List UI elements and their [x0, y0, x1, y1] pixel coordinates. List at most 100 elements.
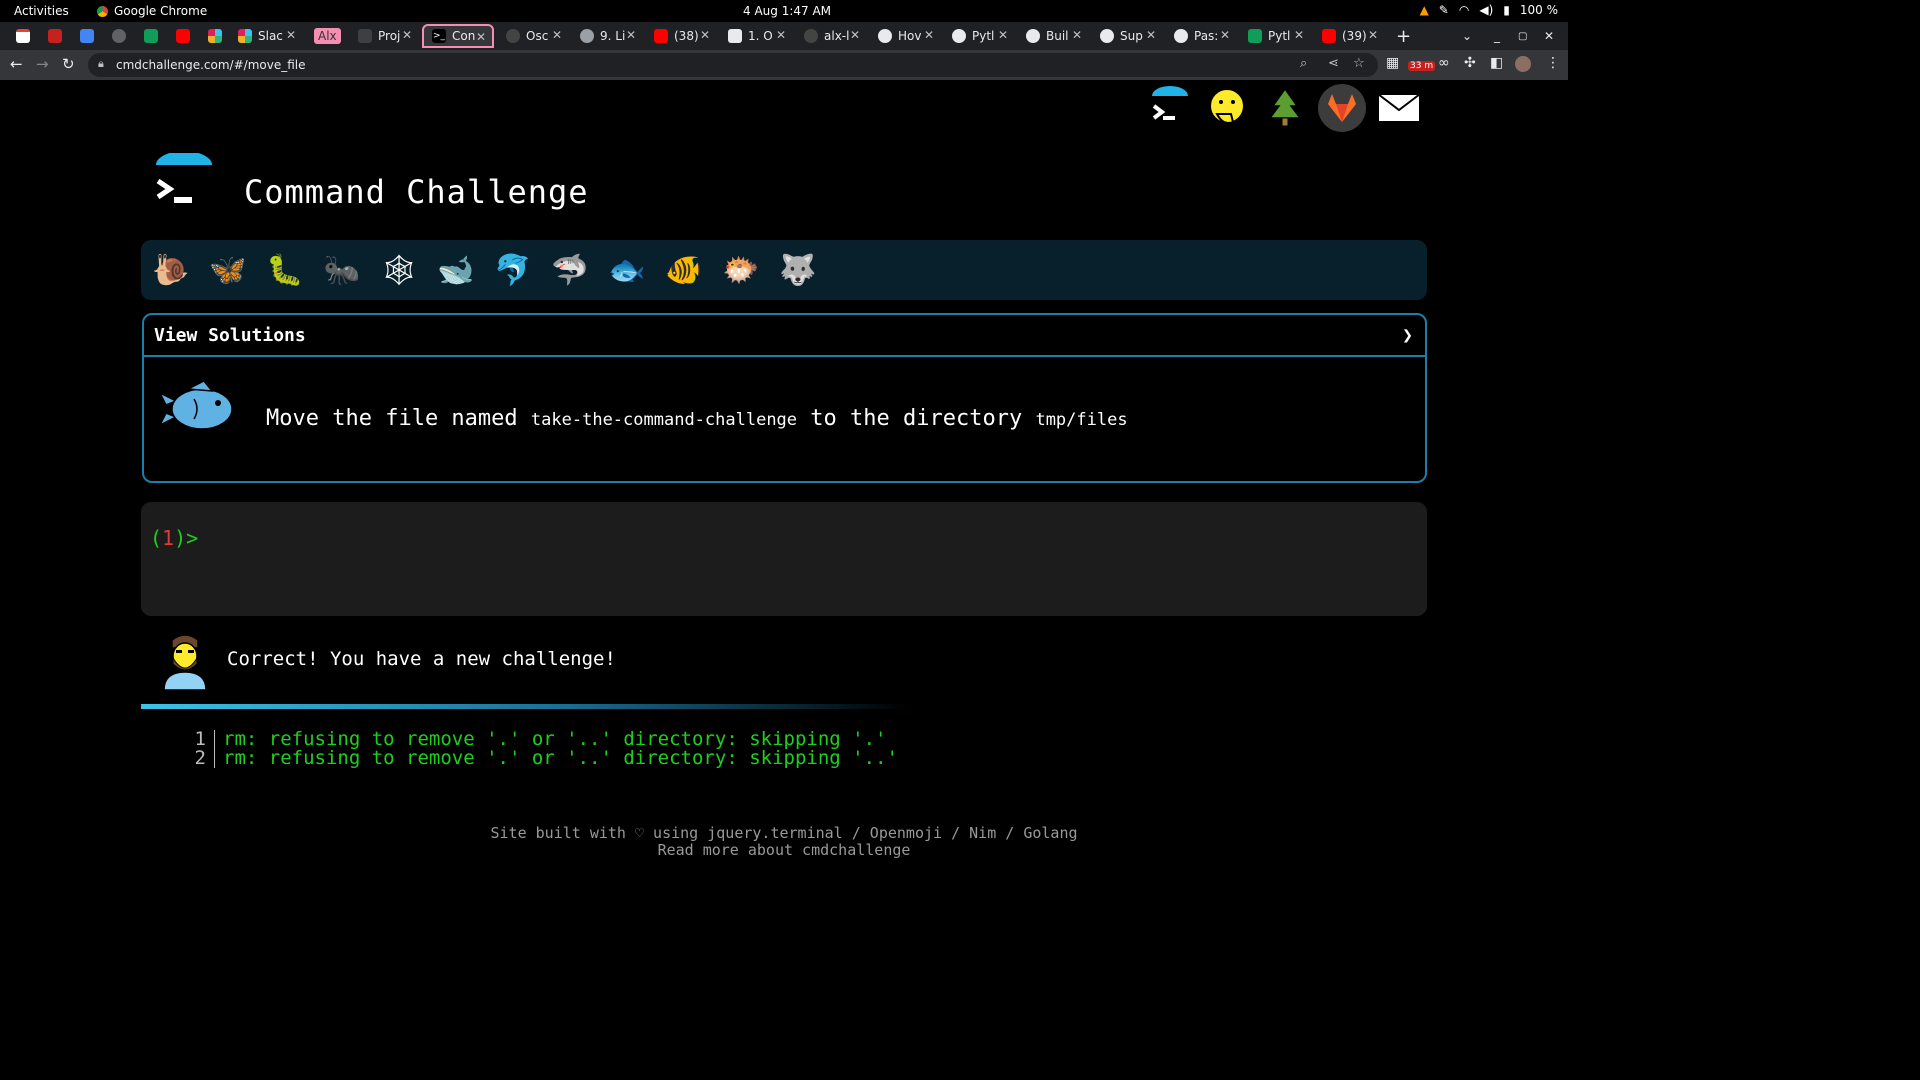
- side-panel-icon[interactable]: ◧: [1490, 55, 1503, 71]
- cmdchallenge-home-link[interactable]: [1148, 86, 1192, 130]
- restore-button[interactable]: ▢: [1518, 24, 1532, 48]
- close-tab-icon[interactable]: ✕: [1072, 28, 1082, 42]
- tab-settings[interactable]: [100, 24, 132, 48]
- level-blowfish[interactable]: 🐡: [719, 248, 763, 292]
- level-fish[interactable]: 🐟: [605, 248, 649, 292]
- activities-button[interactable]: Activities: [14, 4, 69, 18]
- tree-link[interactable]: [1263, 86, 1307, 130]
- close-tab-icon[interactable]: ✕: [1294, 28, 1304, 42]
- new-tab-button[interactable]: +: [1396, 24, 1416, 48]
- fish-icon: 🐟: [608, 252, 646, 288]
- qr-extension-icon[interactable]: ▦: [1386, 55, 1399, 71]
- close-tab-icon[interactable]: ✕: [776, 28, 786, 42]
- tab[interactable]: Pas: ✕: [1166, 24, 1236, 48]
- tab[interactable]: Sup ✕: [1092, 24, 1162, 48]
- email-link[interactable]: [1376, 86, 1422, 130]
- close-window-button[interactable]: ✕: [1544, 24, 1558, 48]
- tab[interactable]: alx-l ✕: [796, 24, 866, 48]
- level-shark[interactable]: 🦈: [548, 248, 592, 292]
- close-tab-icon[interactable]: ✕: [552, 28, 562, 42]
- tab[interactable]: Slac ✕: [230, 24, 302, 48]
- close-tab-icon[interactable]: ✕: [286, 28, 296, 42]
- close-tab-icon[interactable]: ✕: [476, 30, 486, 44]
- app-menu[interactable]: Google Chrome: [96, 4, 207, 18]
- task-file-name: take-the-command-challenge: [530, 410, 798, 430]
- menu-kebab-icon[interactable]: ⋮: [1546, 55, 1560, 71]
- document-icon: [728, 29, 742, 43]
- hint-link[interactable]: [1205, 86, 1249, 130]
- close-tab-icon[interactable]: ✕: [700, 28, 710, 42]
- bookmark-star-icon[interactable]: ☆: [1353, 56, 1365, 71]
- tab[interactable]: 9. Li ✕: [572, 24, 642, 48]
- forward-button[interactable]: →: [36, 55, 49, 73]
- fish-icon: [158, 380, 233, 430]
- level-tropical-fish[interactable]: 🐠: [662, 248, 706, 292]
- view-solutions-header[interactable]: View Solutions ❯: [144, 315, 1425, 357]
- back-button[interactable]: ←: [10, 55, 23, 73]
- tab[interactable]: (39) ✕: [1314, 24, 1384, 48]
- clock[interactable]: 4 Aug 1:47 AM: [743, 4, 831, 18]
- extensions-puzzle-icon[interactable]: ✣: [1464, 55, 1476, 71]
- reload-button[interactable]: ↻: [62, 55, 75, 73]
- url-text[interactable]: cmdchallenge.com/#/move_file: [116, 58, 306, 72]
- close-tab-icon[interactable]: ✕: [850, 28, 860, 42]
- glasses-extension-icon[interactable]: ∞: [1438, 55, 1450, 71]
- evergreen-tree-icon: [1268, 87, 1302, 127]
- minimize-icon: _: [1494, 29, 1500, 43]
- tab-slack-pinned[interactable]: [196, 24, 228, 48]
- tab[interactable]: Proj ✕: [350, 24, 418, 48]
- tab-gmail[interactable]: [4, 24, 36, 48]
- address-bar[interactable]: 🔒︎ cmdchallenge.com/#/move_file ⌕ ⋖ ☆: [88, 53, 1378, 77]
- terminal-icon: >_: [432, 29, 446, 43]
- close-tab-icon[interactable]: ✕: [998, 28, 1008, 42]
- footer-about-link[interactable]: Read more about cmdchallenge: [0, 842, 1568, 859]
- tab[interactable]: Alx: [306, 24, 346, 48]
- tab-meet[interactable]: [132, 24, 164, 48]
- level-snail[interactable]: 🐌: [149, 248, 193, 292]
- globe-icon: [580, 29, 594, 43]
- tab[interactable]: Buil ✕: [1018, 24, 1088, 48]
- close-tab-icon[interactable]: ✕: [1146, 28, 1156, 42]
- link-icon: [358, 29, 372, 43]
- level-wolf[interactable]: 🐺: [776, 248, 820, 292]
- level-dolphin[interactable]: 🐬: [491, 248, 535, 292]
- zoom-icon[interactable]: ⌕: [1300, 56, 1307, 71]
- butterfly-icon: 🦋: [209, 252, 247, 288]
- minimize-button[interactable]: _: [1494, 24, 1508, 48]
- share-icon[interactable]: ⋖: [1328, 56, 1339, 71]
- profile-avatar[interactable]: [1515, 56, 1531, 76]
- tab[interactable]: (38) ✕: [646, 24, 716, 48]
- puzzle-icon: [1026, 29, 1040, 43]
- puzzle-icon: [1100, 29, 1114, 43]
- level-caterpillar[interactable]: 🐛: [263, 248, 307, 292]
- tab[interactable]: Pytl ✕: [944, 24, 1014, 48]
- close-tab-icon[interactable]: ✕: [626, 28, 636, 42]
- tab-search-button[interactable]: ⌄: [1462, 24, 1476, 48]
- tab-calendar[interactable]: [68, 24, 100, 48]
- level-spider-web[interactable]: 🕸: [377, 248, 421, 292]
- tab[interactable]: 1. O ✕: [720, 24, 792, 48]
- tab[interactable]: Hov ✕: [870, 24, 940, 48]
- tab-active[interactable]: >_ Con ✕: [422, 24, 494, 48]
- terminal-prompt[interactable]: (1)>: [150, 526, 198, 550]
- tab-youtube[interactable]: [164, 24, 196, 48]
- tab[interactable]: Osc ✕: [498, 24, 568, 48]
- caterpillar-icon: 🐛: [266, 252, 304, 288]
- gitlab-link[interactable]: [1318, 84, 1366, 132]
- tab[interactable]: Pytl ✕: [1240, 24, 1310, 48]
- system-tray[interactable]: ▲ ✎ ◠ ◀) ▮ 100 %: [1420, 3, 1558, 17]
- level-butterfly[interactable]: 🦋: [206, 248, 250, 292]
- terminal[interactable]: (1)>: [141, 502, 1427, 616]
- level-whale[interactable]: 🐋: [434, 248, 478, 292]
- level-ant[interactable]: 🐜: [320, 248, 364, 292]
- close-tab-icon[interactable]: ✕: [402, 28, 412, 42]
- footer-credits[interactable]: Site built with ♡ using jquery.terminal …: [0, 825, 1568, 842]
- close-tab-icon[interactable]: ✕: [924, 28, 934, 42]
- lock-icon[interactable]: 🔒︎: [98, 57, 104, 71]
- close-tab-icon[interactable]: ✕: [1368, 28, 1378, 42]
- close-tab-icon[interactable]: ✕: [1220, 28, 1230, 42]
- puzzle-icon: [1174, 29, 1188, 43]
- tab-label: Alx: [314, 28, 341, 44]
- tab-gmail-2[interactable]: [36, 24, 68, 48]
- timer-extension-icon[interactable]: 33 m: [1408, 56, 1436, 72]
